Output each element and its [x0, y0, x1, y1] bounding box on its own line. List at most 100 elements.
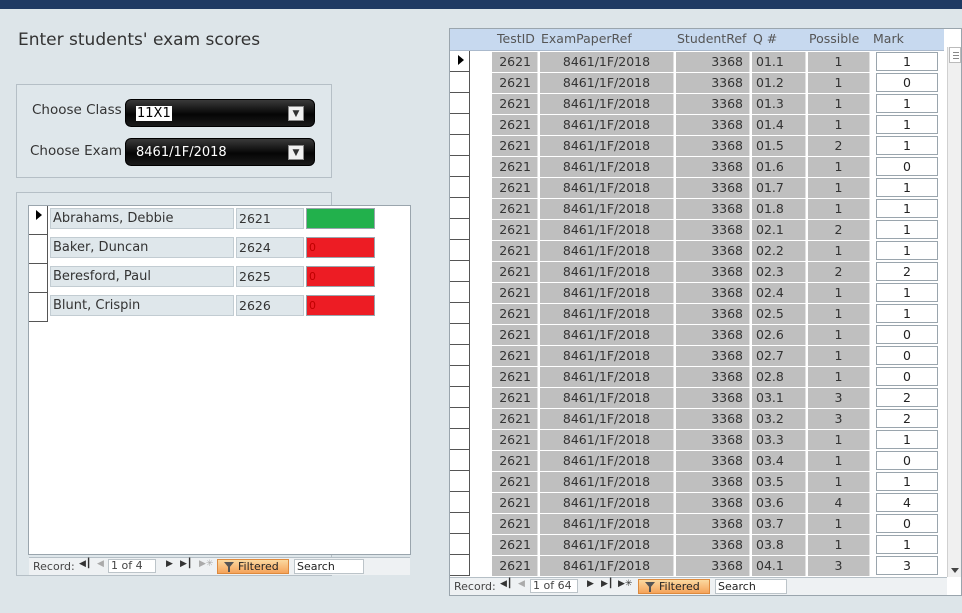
- column-header-possible[interactable]: Possible: [809, 31, 859, 46]
- table-row[interactable]: 2621 8461/1F/2018 3368 02.3 2 2: [450, 261, 944, 282]
- mark-input[interactable]: 0: [876, 157, 938, 176]
- table-row[interactable]: 2621 8461/1F/2018 3368 01.4 1 1: [450, 114, 944, 135]
- mark-input[interactable]: 1: [876, 535, 938, 554]
- column-header-studentref[interactable]: StudentRef: [677, 31, 746, 46]
- mark-input[interactable]: 0: [876, 367, 938, 386]
- record-selector[interactable]: [450, 408, 470, 429]
- student-name[interactable]: Blunt, Crispin: [50, 295, 234, 316]
- table-row[interactable]: 2621 8461/1F/2018 3368 01.2 1 0: [450, 72, 944, 93]
- record-selector[interactable]: [450, 471, 470, 492]
- record-selector[interactable]: [450, 156, 470, 177]
- table-row[interactable]: 2621 8461/1F/2018 3368 01.1 1 1: [450, 51, 944, 72]
- table-row[interactable]: 2621 8461/1F/2018 3368 04.1 3 3: [450, 555, 944, 576]
- mark-input[interactable]: 1: [876, 304, 938, 323]
- first-record-icon[interactable]: ◀┃: [79, 559, 91, 569]
- exam-combo-value[interactable]: 8461/1F/2018: [136, 145, 227, 160]
- scrollbar-thumb[interactable]: [949, 47, 961, 63]
- table-row[interactable]: 2621 8461/1F/2018 3368 02.2 1 1: [450, 240, 944, 261]
- record-selector[interactable]: [29, 235, 48, 264]
- table-row[interactable]: 2621 8461/1F/2018 3368 02.5 1 1: [450, 303, 944, 324]
- record-selector[interactable]: [450, 219, 470, 240]
- student-name[interactable]: Abrahams, Debbie: [50, 208, 234, 229]
- table-row[interactable]: 2621 8461/1F/2018 3368 02.4 1 1: [450, 282, 944, 303]
- mark-input[interactable]: 1: [876, 220, 938, 239]
- filtered-toggle[interactable]: Filtered: [638, 579, 710, 594]
- student-id[interactable]: 2624: [236, 237, 304, 258]
- table-row[interactable]: 2621 8461/1F/2018 3368 01.8 1 1: [450, 198, 944, 219]
- record-selector[interactable]: [450, 324, 470, 345]
- student-id[interactable]: 2625: [236, 266, 304, 287]
- new-record-icon[interactable]: ▶✳: [618, 579, 632, 589]
- previous-record-icon[interactable]: ◀: [97, 559, 104, 569]
- record-selector[interactable]: [450, 534, 470, 555]
- new-record-icon[interactable]: ▶✳: [199, 559, 213, 569]
- record-selector[interactable]: [450, 450, 470, 471]
- record-selector[interactable]: [450, 72, 470, 93]
- table-row[interactable]: 2621 8461/1F/2018 3368 01.3 1 1: [450, 93, 944, 114]
- record-selector[interactable]: [450, 303, 470, 324]
- table-row[interactable]: 2621 8461/1F/2018 3368 03.5 1 1: [450, 471, 944, 492]
- table-row[interactable]: 2621 8461/1F/2018 3368 03.3 1 1: [450, 429, 944, 450]
- mark-input[interactable]: 2: [876, 388, 938, 407]
- mark-input[interactable]: 0: [876, 514, 938, 533]
- column-header-mark[interactable]: Mark: [873, 31, 904, 46]
- record-selector[interactable]: [450, 429, 470, 450]
- mark-input[interactable]: 0: [876, 451, 938, 470]
- student-name[interactable]: Baker, Duncan: [50, 237, 234, 258]
- search-input[interactable]: Search: [294, 559, 364, 574]
- record-selector[interactable]: [450, 198, 470, 219]
- student-row[interactable]: Beresford, Paul 2625 0: [29, 264, 410, 293]
- mark-input[interactable]: 1: [876, 136, 938, 155]
- last-record-icon[interactable]: ▶┃: [601, 579, 613, 589]
- record-selector[interactable]: [29, 293, 48, 322]
- search-input[interactable]: Search: [715, 579, 787, 594]
- mark-input[interactable]: 0: [876, 325, 938, 344]
- column-header-exampaperref[interactable]: ExamPaperRef: [541, 31, 632, 46]
- mark-input[interactable]: 1: [876, 52, 938, 71]
- record-selector[interactable]: [450, 555, 470, 576]
- record-position-input[interactable]: 1 of 64: [530, 579, 578, 593]
- chevron-down-icon[interactable]: ▼: [288, 106, 304, 121]
- record-selector[interactable]: [450, 366, 470, 387]
- table-row[interactable]: 2621 8461/1F/2018 3368 03.4 1 0: [450, 450, 944, 471]
- table-row[interactable]: 2621 8461/1F/2018 3368 02.8 1 0: [450, 366, 944, 387]
- mark-input[interactable]: 1: [876, 241, 938, 260]
- mark-input[interactable]: 3: [876, 556, 938, 575]
- mark-input[interactable]: 1: [876, 283, 938, 302]
- table-row[interactable]: 2621 8461/1F/2018 3368 01.7 1 1: [450, 177, 944, 198]
- record-selector[interactable]: [450, 51, 470, 72]
- mark-input[interactable]: 1: [876, 94, 938, 113]
- chevron-down-icon[interactable]: ▼: [288, 145, 304, 160]
- table-row[interactable]: 2621 8461/1F/2018 3368 03.6 4 4: [450, 492, 944, 513]
- mark-input[interactable]: 4: [876, 493, 938, 512]
- vertical-scrollbar[interactable]: [947, 47, 961, 577]
- table-row[interactable]: 2621 8461/1F/2018 3368 01.6 1 0: [450, 156, 944, 177]
- column-header-question[interactable]: Q #: [753, 31, 777, 46]
- record-selector[interactable]: [450, 177, 470, 198]
- mark-input[interactable]: 1: [876, 430, 938, 449]
- mark-input[interactable]: 1: [876, 472, 938, 491]
- record-selector[interactable]: [450, 513, 470, 534]
- exam-combo[interactable]: 8461/1F/2018 ▼: [125, 138, 315, 166]
- table-row[interactable]: 2621 8461/1F/2018 3368 03.7 1 0: [450, 513, 944, 534]
- class-combo-value[interactable]: 11X1: [136, 106, 172, 121]
- record-selector[interactable]: [450, 345, 470, 366]
- student-id[interactable]: 2621: [236, 208, 304, 229]
- student-row[interactable]: Baker, Duncan 2624 0: [29, 235, 410, 264]
- column-header-testid[interactable]: TestID: [497, 31, 535, 46]
- class-combo[interactable]: 11X1 ▼: [125, 99, 315, 127]
- mark-input[interactable]: 2: [876, 262, 938, 281]
- record-selector[interactable]: [29, 206, 48, 235]
- student-name[interactable]: Beresford, Paul: [50, 266, 234, 287]
- table-row[interactable]: 2621 8461/1F/2018 3368 02.1 2 1: [450, 219, 944, 240]
- student-id[interactable]: 2626: [236, 295, 304, 316]
- table-row[interactable]: 2621 8461/1F/2018 3368 03.8 1 1: [450, 534, 944, 555]
- mark-input[interactable]: 1: [876, 178, 938, 197]
- record-selector[interactable]: [450, 135, 470, 156]
- student-row[interactable]: Blunt, Crispin 2626 0: [29, 293, 410, 322]
- record-position-input[interactable]: 1 of 4: [108, 559, 156, 573]
- record-selector[interactable]: [450, 240, 470, 261]
- mark-input[interactable]: 2: [876, 409, 938, 428]
- student-row[interactable]: Abrahams, Debbie 2621: [29, 206, 410, 235]
- first-record-icon[interactable]: ◀┃: [500, 579, 512, 589]
